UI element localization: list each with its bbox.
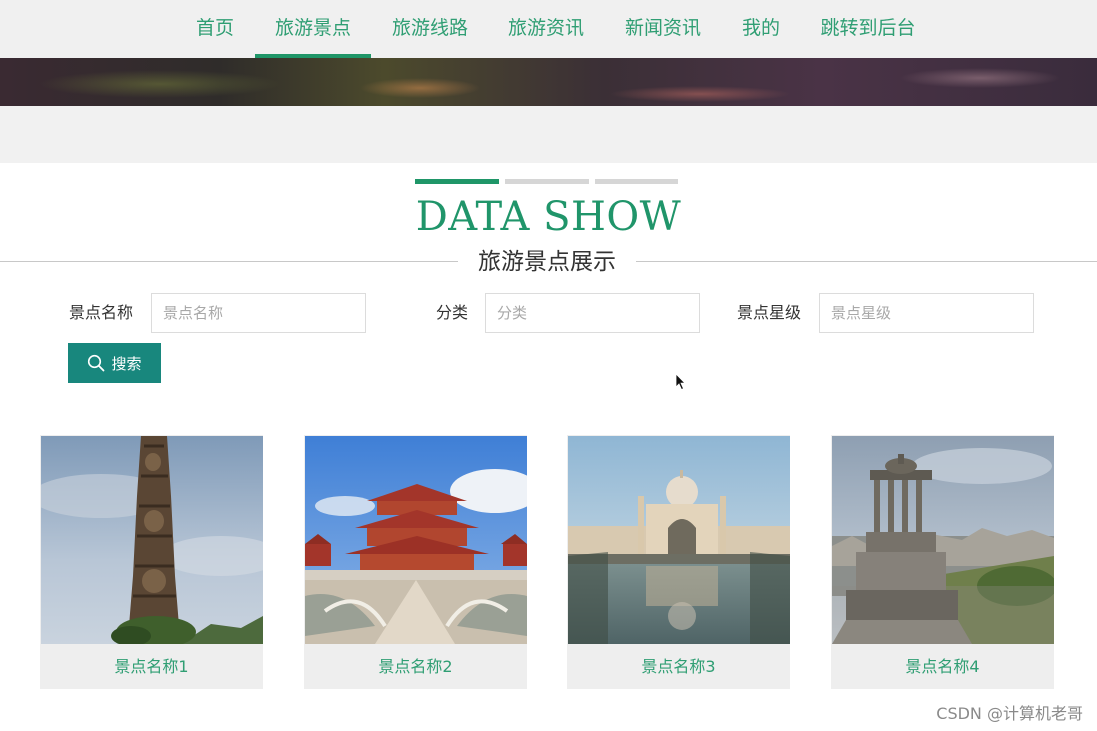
attraction-image[interactable] [305, 436, 527, 644]
category-input[interactable] [485, 293, 700, 333]
attraction-image[interactable] [568, 436, 790, 644]
attraction-card[interactable]: 景点名称1 [40, 435, 263, 689]
star-level-input[interactable] [819, 293, 1034, 333]
attraction-name[interactable]: 景点名称2 [304, 645, 527, 689]
nav-item-attractions[interactable]: 旅游景点 [255, 0, 371, 58]
nav-item-home[interactable]: 首页 [186, 0, 244, 58]
attraction-image[interactable] [832, 436, 1054, 644]
attraction-name[interactable]: 景点名称3 [567, 645, 790, 689]
nav-item-mine[interactable]: 我的 [732, 0, 790, 58]
banner-image [0, 58, 1097, 106]
section-title-en: DATA SHOW [415, 194, 682, 240]
domed-palace-image [568, 436, 790, 644]
attraction-card[interactable]: 景点名称4 [831, 435, 1054, 689]
search-icon [88, 354, 105, 372]
attraction-image[interactable] [41, 436, 263, 644]
section-indicator [505, 179, 589, 184]
search-button-label: 搜索 [111, 355, 142, 373]
nav-item-news[interactable]: 新闻资讯 [615, 0, 711, 58]
name-label: 景点名称 [69, 303, 134, 322]
section-indicator-active [415, 179, 499, 184]
totem-pillar-image [41, 436, 263, 644]
top-nav: 首页 旅游景点 旅游线路 旅游资讯 新闻资讯 我的 跳转到后台 [0, 0, 1097, 58]
nav-item-routes[interactable]: 旅游线路 [382, 0, 478, 58]
nav-item-travel-info[interactable]: 旅游资讯 [498, 0, 594, 58]
attraction-card[interactable]: 景点名称3 [567, 435, 790, 689]
attraction-name[interactable]: 景点名称1 [40, 645, 263, 689]
search-button[interactable]: 搜索 [68, 343, 161, 383]
star-level-label: 景点星级 [737, 303, 802, 322]
section-indicator [595, 179, 678, 184]
name-input[interactable] [151, 293, 366, 333]
attraction-name[interactable]: 景点名称4 [831, 645, 1054, 689]
banner-band [0, 106, 1097, 163]
watermark: CSDN @计算机老哥 [936, 704, 1083, 723]
pagoda-palace-image [305, 436, 527, 644]
section-title: 旅游景点展示 [458, 246, 636, 278]
category-label: 分类 [436, 303, 469, 322]
attraction-card[interactable]: 景点名称2 [304, 435, 527, 689]
mouse-pointer-icon [675, 373, 686, 391]
colonnade-monument-image [832, 436, 1054, 644]
nav-item-admin[interactable]: 跳转到后台 [810, 0, 926, 58]
